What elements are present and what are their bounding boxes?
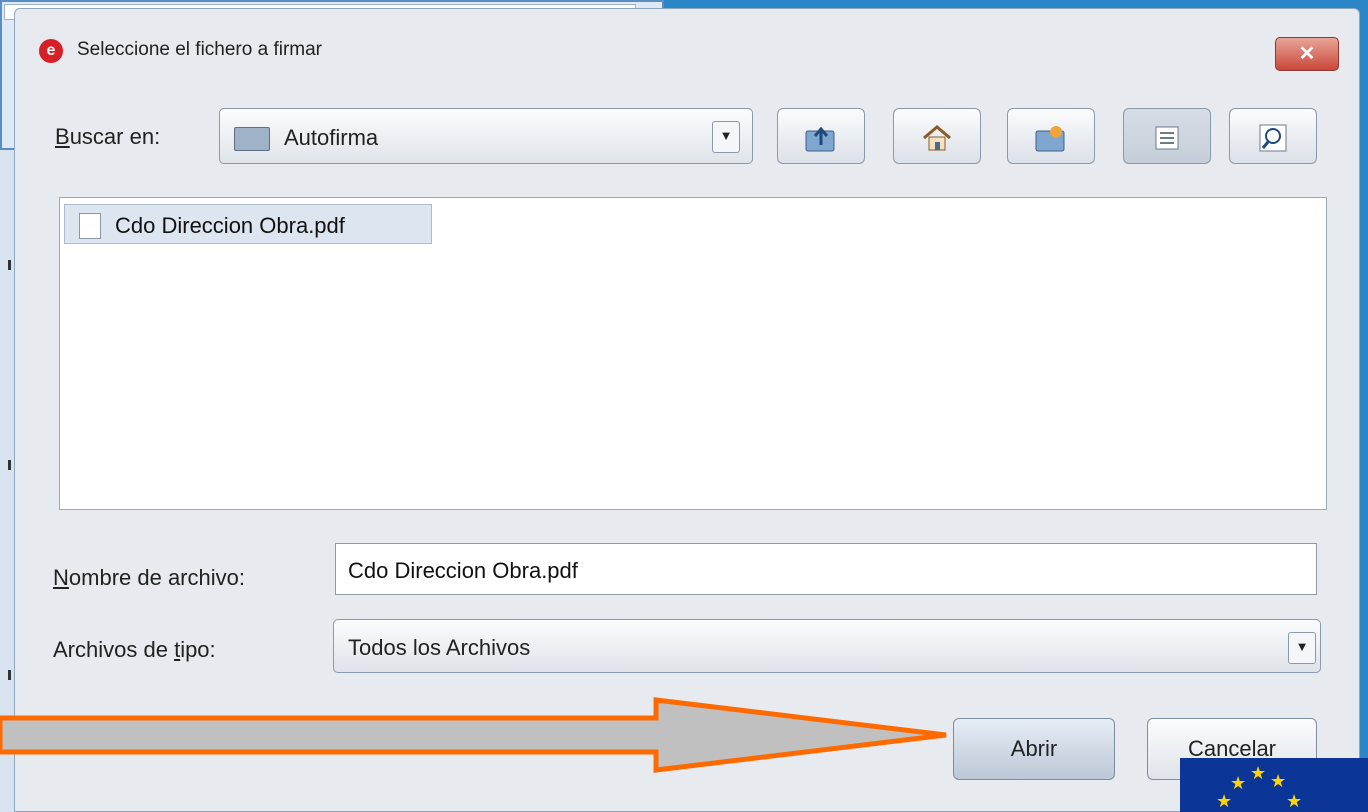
details-view-button[interactable] bbox=[1229, 108, 1317, 164]
annotation-arrow bbox=[0, 697, 947, 773]
details-view-icon bbox=[1259, 124, 1287, 152]
title-bar[interactable]: e Seleccione el fichero a firmar ✕ bbox=[15, 9, 1359, 89]
annotation-arrow-shape bbox=[0, 697, 947, 773]
star-icon: ★ bbox=[1250, 763, 1267, 783]
up-one-level-button[interactable] bbox=[777, 108, 865, 164]
background-mark bbox=[8, 670, 11, 680]
home-button[interactable] bbox=[893, 108, 981, 164]
close-button[interactable]: ✕ bbox=[1275, 37, 1339, 71]
file-name-field[interactable]: Cdo Direccion Obra.pdf bbox=[335, 543, 1317, 595]
look-in-value: Autofirma bbox=[284, 125, 379, 150]
list-item[interactable]: Cdo Direccion Obra.pdf bbox=[64, 204, 432, 244]
list-view-icon bbox=[1155, 126, 1179, 150]
look-in-label: Buscar en: bbox=[55, 124, 161, 149]
chevron-down-icon[interactable]: ▼ bbox=[712, 121, 740, 153]
autofirma-logo-icon: e bbox=[39, 39, 63, 63]
star-icon: ★ bbox=[1216, 791, 1233, 811]
home-icon bbox=[923, 124, 951, 151]
file-name: Cdo Direccion Obra.pdf bbox=[115, 213, 345, 238]
star-icon: ★ bbox=[1286, 791, 1303, 811]
file-type-label: Archivos de tipo: bbox=[53, 637, 216, 662]
background-mark bbox=[8, 460, 11, 470]
list-view-button[interactable] bbox=[1123, 108, 1211, 164]
up-one-level-icon bbox=[805, 126, 835, 152]
file-list[interactable]: Cdo Direccion Obra.pdf bbox=[59, 197, 1327, 510]
file-name-label: Nombre de archivo: bbox=[53, 565, 245, 590]
close-icon: ✕ bbox=[1298, 43, 1316, 65]
document-icon bbox=[79, 213, 101, 239]
background-mark bbox=[8, 260, 11, 270]
star-icon: ★ bbox=[1230, 773, 1247, 793]
new-folder-icon bbox=[1035, 125, 1065, 152]
star-icon: ★ bbox=[1270, 771, 1287, 791]
eu-flag-logo: ★ ★ ★ ★ ★ bbox=[1180, 758, 1368, 812]
dialog-title: Seleccione el fichero a firmar bbox=[77, 39, 322, 60]
file-type-value: Todos los Archivos bbox=[348, 635, 531, 660]
new-folder-button[interactable] bbox=[1007, 108, 1095, 164]
folder-icon bbox=[234, 127, 270, 151]
look-in-combo[interactable]: Autofirma ▼ bbox=[219, 108, 753, 164]
file-type-combo[interactable]: Todos los Archivos ▼ bbox=[333, 619, 1321, 673]
open-button[interactable]: Abrir bbox=[953, 718, 1115, 780]
chevron-down-icon[interactable]: ▼ bbox=[1288, 632, 1316, 664]
